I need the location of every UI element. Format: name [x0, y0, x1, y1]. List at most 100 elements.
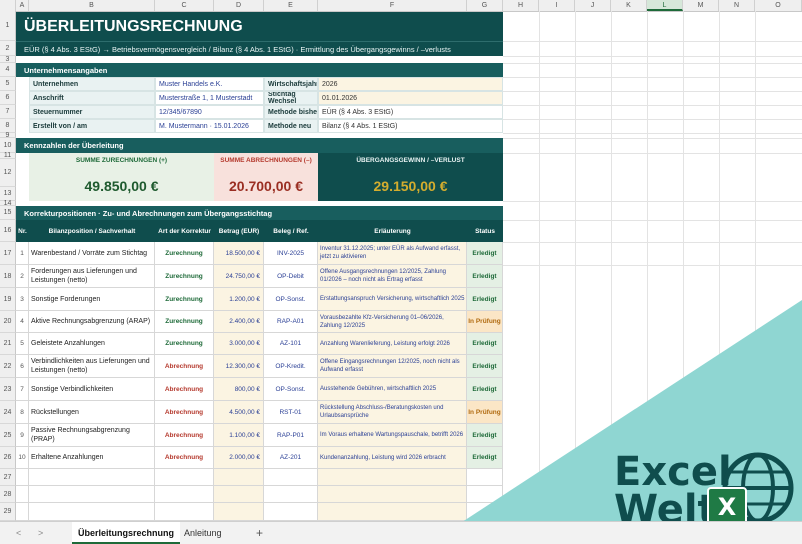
- cell-beleg[interactable]: OP-Sonst.: [264, 288, 318, 311]
- empty-cell[interactable]: [29, 503, 155, 521]
- status-badge[interactable]: Erledigt: [467, 333, 503, 355]
- empty-cell[interactable]: [155, 469, 214, 486]
- value-unternehmen[interactable]: Muster Handels e.K.: [155, 77, 264, 91]
- cell-nr[interactable]: 1: [16, 242, 29, 265]
- cell-beleg[interactable]: INV-2025: [264, 242, 318, 265]
- column-header-n[interactable]: N: [719, 0, 755, 11]
- empty-cell[interactable]: [214, 469, 264, 486]
- row-header[interactable]: 25: [0, 424, 16, 447]
- row-header[interactable]: 10: [0, 138, 16, 153]
- empty-cell[interactable]: [29, 469, 155, 486]
- column-header-g[interactable]: G: [467, 0, 503, 11]
- cell-beleg[interactable]: AZ-201: [264, 447, 318, 469]
- row-header[interactable]: 16: [0, 220, 16, 242]
- cell-position[interactable]: Aktive Rechnungsabgrenzung (ARAP): [29, 311, 155, 333]
- row-header[interactable]: 4: [0, 63, 16, 77]
- value-methode-bisher[interactable]: EÜR (§ 4 Abs. 3 EStG): [318, 105, 503, 119]
- empty-cell[interactable]: [467, 469, 503, 486]
- row-header[interactable]: 22: [0, 355, 16, 378]
- tab-anleitung[interactable]: Anleitung: [178, 522, 228, 544]
- row-header[interactable]: 24: [0, 401, 16, 424]
- cell-beleg[interactable]: OP-Sonst.: [264, 378, 318, 401]
- row-header[interactable]: 1: [0, 11, 16, 41]
- row-header[interactable]: 5: [0, 77, 16, 91]
- cell-nr[interactable]: 9: [16, 424, 29, 447]
- cell-nr[interactable]: 4: [16, 311, 29, 333]
- cell-position[interactable]: Verbindlichkeiten aus Lieferungen und Le…: [29, 355, 155, 378]
- select-all-corner[interactable]: [0, 0, 16, 11]
- empty-cell[interactable]: [16, 469, 29, 486]
- next-sheet-icon[interactable]: >: [38, 522, 43, 544]
- cell-betrag[interactable]: 3.000,00 €: [214, 333, 264, 355]
- cell-erlaeuterung[interactable]: Vorausbezahlte Kfz-Versicherung 01–06/20…: [318, 311, 467, 333]
- status-badge[interactable]: Erledigt: [467, 378, 503, 401]
- cell-position[interactable]: Forderungen aus Lieferungen und Leistung…: [29, 265, 155, 288]
- empty-cell[interactable]: [318, 469, 467, 486]
- cell-beleg[interactable]: OP-Debit: [264, 265, 318, 288]
- status-badge[interactable]: Erledigt: [467, 242, 503, 265]
- cell-betrag[interactable]: 1.100,00 €: [214, 424, 264, 447]
- cell-position[interactable]: Geleistete Anzahlungen: [29, 333, 155, 355]
- cell-betrag[interactable]: 18.500,00 €: [214, 242, 264, 265]
- cell-betrag[interactable]: 1.200,00 €: [214, 288, 264, 311]
- cell-nr[interactable]: 7: [16, 378, 29, 401]
- prev-sheet-icon[interactable]: <: [16, 522, 21, 544]
- row-header[interactable]: 2: [0, 41, 16, 56]
- cell-beleg[interactable]: RAP-P01: [264, 424, 318, 447]
- empty-cell[interactable]: [318, 503, 467, 521]
- cell-erlaeuterung[interactable]: Im Voraus erhaltene Wartungspauschale, b…: [318, 424, 467, 447]
- cell-betrag[interactable]: 24.750,00 €: [214, 265, 264, 288]
- cell-erlaeuterung[interactable]: Inventur 31.12.2025; unter EÜR als Aufwa…: [318, 242, 467, 265]
- empty-cell[interactable]: [264, 503, 318, 521]
- column-header-i[interactable]: I: [539, 0, 575, 11]
- cell-beleg[interactable]: RAP-A01: [264, 311, 318, 333]
- cell-position[interactable]: Passive Rechnungsabgrenzung (PRAP): [29, 424, 155, 447]
- column-header-f[interactable]: F: [318, 0, 467, 11]
- cell-betrag[interactable]: 800,00 €: [214, 378, 264, 401]
- row-header[interactable]: 15: [0, 206, 16, 220]
- column-header-d[interactable]: D: [214, 0, 264, 11]
- empty-cell[interactable]: [155, 486, 214, 503]
- add-sheet-button[interactable]: +: [250, 522, 269, 544]
- row-header[interactable]: 17: [0, 242, 16, 265]
- column-header-h[interactable]: H: [503, 0, 539, 11]
- empty-cell[interactable]: [16, 503, 29, 521]
- status-badge[interactable]: Erledigt: [467, 424, 503, 447]
- cell-nr[interactable]: 2: [16, 265, 29, 288]
- cell-nr[interactable]: 3: [16, 288, 29, 311]
- cell-nr[interactable]: 10: [16, 447, 29, 469]
- row-header[interactable]: 29: [0, 503, 16, 521]
- cell-erlaeuterung[interactable]: Offene Ausgangsrechnungen 12/2025, Zahlu…: [318, 265, 467, 288]
- cell-art[interactable]: Zurechnung: [155, 333, 214, 355]
- cell-betrag[interactable]: 12.300,00 €: [214, 355, 264, 378]
- column-header-b[interactable]: B: [29, 0, 155, 11]
- status-badge[interactable]: In Prüfung: [467, 311, 503, 333]
- column-header-m[interactable]: M: [683, 0, 719, 11]
- tab-ueberleitungsrechnung[interactable]: Überleitungsrechnung: [72, 522, 181, 544]
- cell-nr[interactable]: 6: [16, 355, 29, 378]
- cell-art[interactable]: Abrechnung: [155, 447, 214, 469]
- cell-betrag[interactable]: 2.400,00 €: [214, 311, 264, 333]
- cell-art[interactable]: Zurechnung: [155, 311, 214, 333]
- cell-beleg[interactable]: AZ-101: [264, 333, 318, 355]
- column-header-o[interactable]: O: [755, 0, 802, 11]
- column-header-e[interactable]: E: [264, 0, 318, 11]
- cell-betrag[interactable]: 4.500,00 €: [214, 401, 264, 424]
- value-anschrift[interactable]: Musterstraße 1, 1 Musterstadt: [155, 91, 264, 105]
- cell-erlaeuterung[interactable]: Erstattungsanspruch Versicherung, wirtsc…: [318, 288, 467, 311]
- row-header[interactable]: 28: [0, 486, 16, 503]
- status-badge[interactable]: Erledigt: [467, 447, 503, 469]
- row-header[interactable]: 19: [0, 288, 16, 311]
- cell-beleg[interactable]: OP-Kredit.: [264, 355, 318, 378]
- value-wirtschaftsjahr[interactable]: 2026: [318, 77, 503, 91]
- cell-art[interactable]: Abrechnung: [155, 378, 214, 401]
- cell-position[interactable]: Sonstige Forderungen: [29, 288, 155, 311]
- row-header[interactable]: 27: [0, 469, 16, 486]
- cell-art[interactable]: Zurechnung: [155, 288, 214, 311]
- column-header-l[interactable]: L: [647, 0, 683, 11]
- value-stichtag[interactable]: 01.01.2026: [318, 91, 503, 105]
- status-badge[interactable]: Erledigt: [467, 265, 503, 288]
- cell-art[interactable]: Abrechnung: [155, 401, 214, 424]
- row-header[interactable]: 26: [0, 447, 16, 469]
- cell-erlaeuterung[interactable]: Rückstellung Abschluss-/Beratungskosten …: [318, 401, 467, 424]
